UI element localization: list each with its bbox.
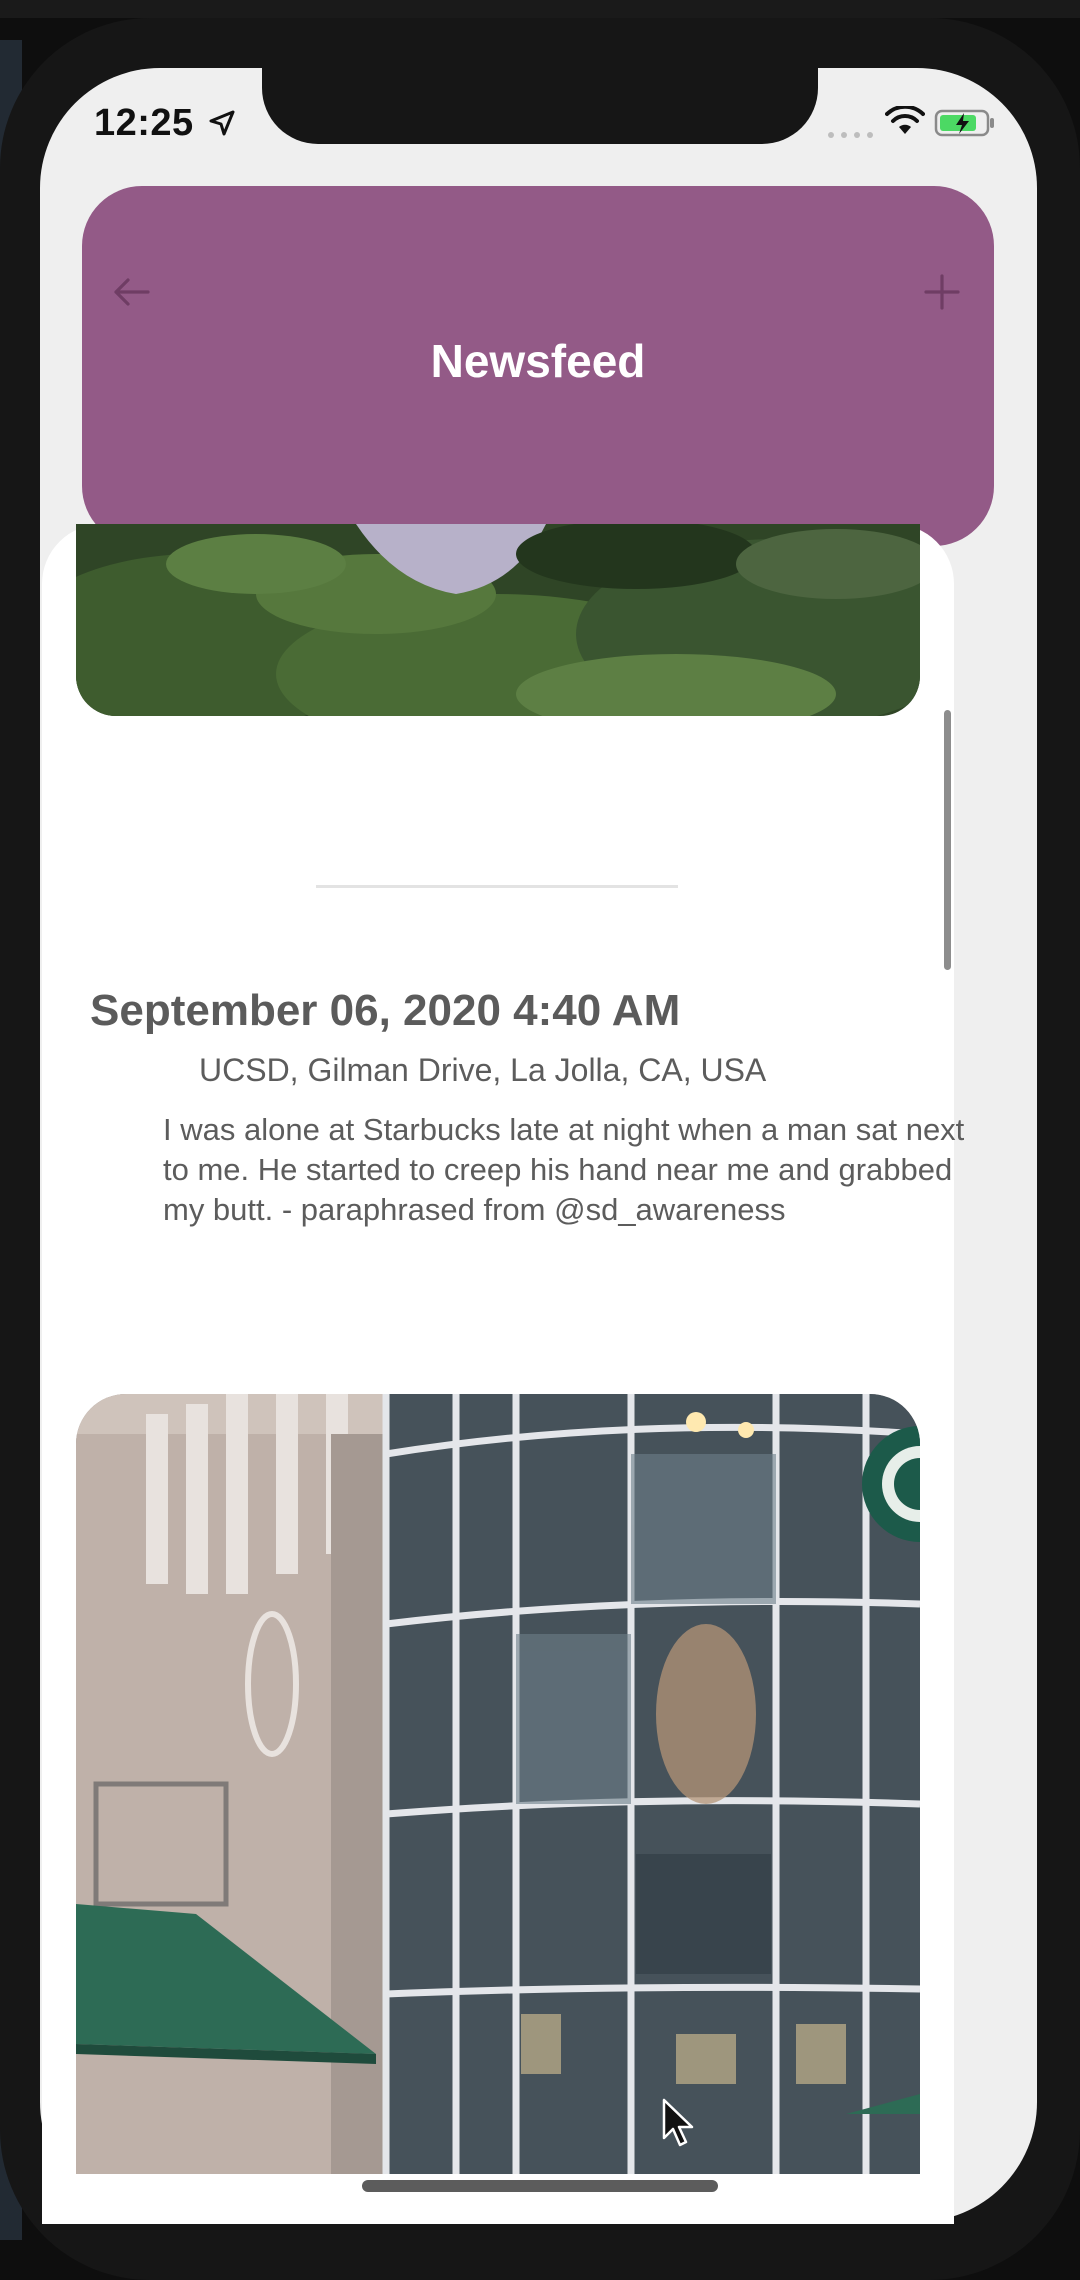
home-indicator[interactable]	[362, 2180, 718, 2192]
post-location: UCSD, Gilman Drive, La Jolla, CA, USA	[199, 1052, 767, 1088]
window-top-strip	[0, 0, 1080, 18]
battery-charging-icon	[934, 109, 994, 137]
post-image	[76, 1394, 920, 2174]
mouse-cursor-icon	[662, 2098, 694, 2147]
newsfeed-header: Newsfeed	[82, 186, 994, 546]
scrollbar[interactable]	[944, 710, 951, 970]
post-date: September 06, 2020 4:40 AM	[90, 986, 681, 1035]
starbucks-building-photo	[76, 1394, 920, 2174]
cellular-signal-icon	[828, 132, 873, 138]
wifi-icon	[885, 106, 925, 134]
page-title: Newsfeed	[430, 335, 646, 387]
phone-notch	[262, 66, 818, 144]
arrow-left-icon[interactable]	[110, 270, 154, 314]
status-time: 12:25	[94, 102, 194, 144]
post-divider	[316, 885, 678, 888]
post-text: I was alone at Starbucks late at night w…	[163, 1112, 965, 1227]
location-arrow-icon	[209, 110, 235, 136]
plus-icon[interactable]	[920, 270, 964, 314]
post-image	[76, 524, 920, 716]
foliage-photo	[76, 524, 920, 716]
